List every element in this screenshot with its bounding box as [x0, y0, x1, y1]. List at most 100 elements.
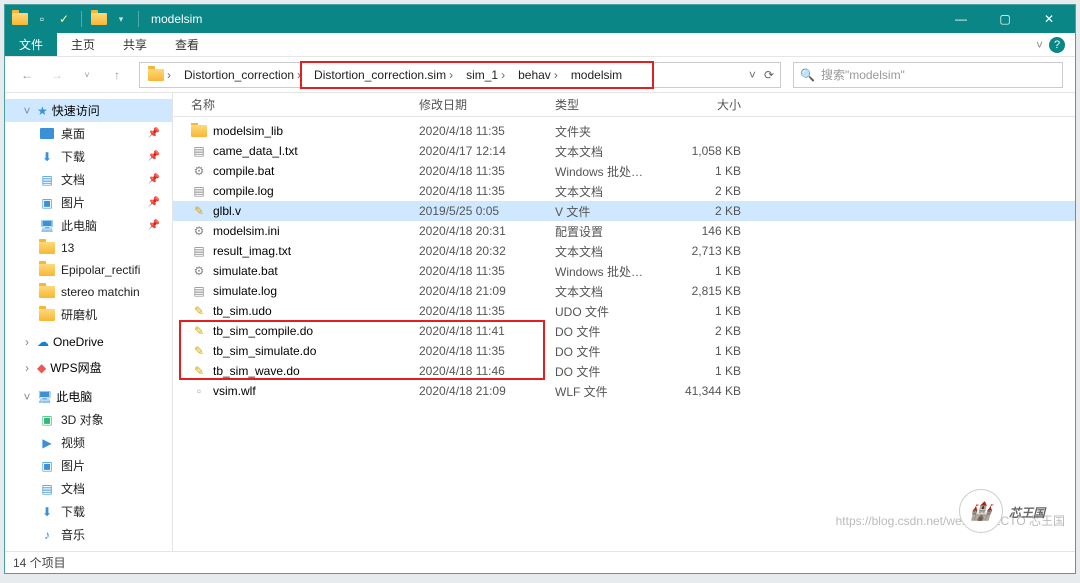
col-size[interactable]: 大小 [655, 96, 745, 113]
forward-button[interactable]: → [47, 65, 67, 85]
back-button[interactable]: ← [17, 65, 37, 85]
file-icon [191, 123, 207, 139]
file-icon: ⚙ [191, 223, 207, 239]
recent-dropdown[interactable]: ˅ [77, 65, 97, 85]
folder-icon [39, 307, 55, 323]
close-button[interactable]: ✕ [1027, 5, 1071, 33]
search-box[interactable]: 🔍 搜索"modelsim" [793, 62, 1063, 88]
search-icon: 🔍 [800, 68, 815, 82]
desktop-icon [39, 126, 55, 142]
file-icon: ⚙ [191, 163, 207, 179]
help-icon[interactable]: ? [1049, 37, 1065, 53]
file-icon: ✎ [191, 323, 207, 339]
pin-icon: 📌 [148, 128, 160, 139]
table-row[interactable]: ▤simulate.log2020/4/18 21:09文本文档2,815 KB [173, 281, 1075, 301]
col-date[interactable]: 修改日期 [415, 96, 551, 113]
pin-icon: 📌 [148, 151, 160, 162]
3d-icon: ▣ [39, 412, 55, 428]
file-list-area: 名称 修改日期 类型 大小 modelsim_lib2020/4/18 11:3… [173, 93, 1075, 551]
sidebar-item[interactable]: ▣图片 [5, 454, 172, 477]
folder-icon [39, 284, 55, 300]
sidebar-onedrive[interactable]: ›☁OneDrive [5, 332, 172, 352]
file-rows[interactable]: modelsim_lib2020/4/18 11:35文件夹▤came_data… [173, 117, 1075, 551]
sidebar-item[interactable]: 🖥此电脑📌 [5, 214, 172, 237]
qat-dropdown-icon[interactable]: ▾ [112, 10, 130, 28]
refresh-icon[interactable]: ⟳ [764, 68, 774, 82]
doc-icon: ▤ [39, 172, 55, 188]
address-bar-row: ← → ˅ ↑ › Distortion_correction› Distort… [5, 57, 1075, 93]
sidebar-item[interactable]: ▤文档 [5, 477, 172, 500]
search-placeholder: 搜索"modelsim" [821, 66, 905, 83]
sidebar-this-pc[interactable]: ˅🖥此电脑 [5, 385, 172, 408]
table-row[interactable]: ▤compile.log2020/4/18 11:35文本文档2 KB [173, 181, 1075, 201]
table-row[interactable]: ⚙compile.bat2020/4/18 11:35Windows 批处理..… [173, 161, 1075, 181]
address-bar[interactable]: › Distortion_correction› Distortion_corr… [139, 62, 781, 88]
breadcrumb-seg-4[interactable]: modelsim [565, 65, 628, 85]
address-dropdown-icon[interactable]: ˅ [749, 68, 756, 82]
qat-check-icon[interactable]: ✓ [55, 10, 73, 28]
breadcrumb-seg-0[interactable]: Distortion_correction› [178, 65, 308, 85]
sidebar-item[interactable]: ⬇下载📌 [5, 145, 172, 168]
sidebar-item[interactable]: ▣3D 对象 [5, 408, 172, 431]
table-row[interactable]: ⚙simulate.bat2020/4/18 11:35Windows 批处理.… [173, 261, 1075, 281]
ribbon: 文件 主页 共享 查看 ˅ ? [5, 33, 1075, 57]
breadcrumb-seg-2[interactable]: sim_1› [460, 65, 512, 85]
minimize-button[interactable]: — [939, 5, 983, 33]
folder-icon [11, 10, 29, 28]
folder-icon [39, 262, 55, 278]
up-button[interactable]: ↑ [107, 65, 127, 85]
sidebar-item[interactable]: 研磨机 [5, 303, 172, 326]
window-title: modelsim [151, 12, 202, 26]
file-icon: ▫ [191, 383, 207, 399]
table-row[interactable]: ▤came_data_l.txt2020/4/17 12:14文本文档1,058… [173, 141, 1075, 161]
tab-share[interactable]: 共享 [109, 33, 161, 56]
sidebar-item[interactable]: ▤文档📌 [5, 168, 172, 191]
sidebar-item[interactable]: Epipolar_rectifi [5, 259, 172, 281]
sidebar-item[interactable]: stereo matchin [5, 281, 172, 303]
file-icon: ▤ [191, 143, 207, 159]
table-row[interactable]: modelsim_lib2020/4/18 11:35文件夹 [173, 121, 1075, 141]
file-icon: ▤ [191, 283, 207, 299]
table-row[interactable]: ✎tb_sim.udo2020/4/18 11:35UDO 文件1 KB [173, 301, 1075, 321]
table-row[interactable]: ⚙modelsim.ini2020/4/18 20:31配置设置146 KB [173, 221, 1075, 241]
sidebar-item[interactable]: ♪音乐 [5, 523, 172, 546]
table-row[interactable]: ▫vsim.wlf2020/4/18 21:09WLF 文件41,344 KB [173, 381, 1075, 401]
folder-icon [90, 10, 108, 28]
file-icon: ▤ [191, 243, 207, 259]
file-icon: ✎ [191, 203, 207, 219]
titlebar: ▫ ✓ ▾ modelsim — ▢ ✕ [5, 5, 1075, 33]
folder-icon [39, 240, 55, 256]
maximize-button[interactable]: ▢ [983, 5, 1027, 33]
col-type[interactable]: 类型 [551, 96, 655, 113]
pin-icon: 📌 [148, 220, 160, 231]
column-headers[interactable]: 名称 修改日期 类型 大小 [173, 93, 1075, 117]
nav-sidebar[interactable]: ˅★快速访问 桌面📌⬇下载📌▤文档📌▣图片📌🖥此电脑📌13Epipolar_re… [5, 93, 173, 551]
breadcrumb-seg-3[interactable]: behav› [512, 65, 565, 85]
file-tab[interactable]: 文件 [5, 33, 57, 56]
sidebar-item[interactable]: ▣图片📌 [5, 191, 172, 214]
table-row[interactable]: ✎tb_sim_wave.do2020/4/18 11:46DO 文件1 KB [173, 361, 1075, 381]
sidebar-wps[interactable]: ›◆WPS网盘 [5, 356, 172, 379]
file-icon: ✎ [191, 303, 207, 319]
status-item-count: 14 个项目 [13, 554, 66, 571]
music-icon: ♪ [39, 527, 55, 543]
sidebar-item[interactable]: ⬇下载 [5, 500, 172, 523]
breadcrumb-seg-1[interactable]: Distortion_correction.sim› [308, 65, 460, 85]
table-row[interactable]: ✎tb_sim_compile.do2020/4/18 11:41DO 文件2 … [173, 321, 1075, 341]
expand-ribbon-icon[interactable]: ˅ [1036, 38, 1043, 52]
brand-logo-icon: 🏰 [959, 489, 1003, 533]
tab-home[interactable]: 主页 [57, 33, 109, 56]
table-row[interactable]: ✎tb_sim_simulate.do2020/4/18 11:35DO 文件1… [173, 341, 1075, 361]
qat-save-icon[interactable]: ▫ [33, 10, 51, 28]
table-row[interactable]: ✎glbl.v2019/5/25 0:05V 文件2 KB [173, 201, 1075, 221]
tab-view[interactable]: 查看 [161, 33, 213, 56]
breadcrumb-root-icon[interactable]: › [142, 65, 178, 85]
sidebar-item[interactable]: 桌面📌 [5, 122, 172, 145]
sidebar-item[interactable]: 13 [5, 237, 172, 259]
file-icon: ✎ [191, 363, 207, 379]
sidebar-item[interactable]: ▶视频 [5, 431, 172, 454]
download-icon: ⬇ [39, 149, 55, 165]
table-row[interactable]: ▤result_imag.txt2020/4/18 20:32文本文档2,713… [173, 241, 1075, 261]
sidebar-quick-access[interactable]: ˅★快速访问 [5, 99, 172, 122]
col-name[interactable]: 名称 [187, 96, 415, 113]
